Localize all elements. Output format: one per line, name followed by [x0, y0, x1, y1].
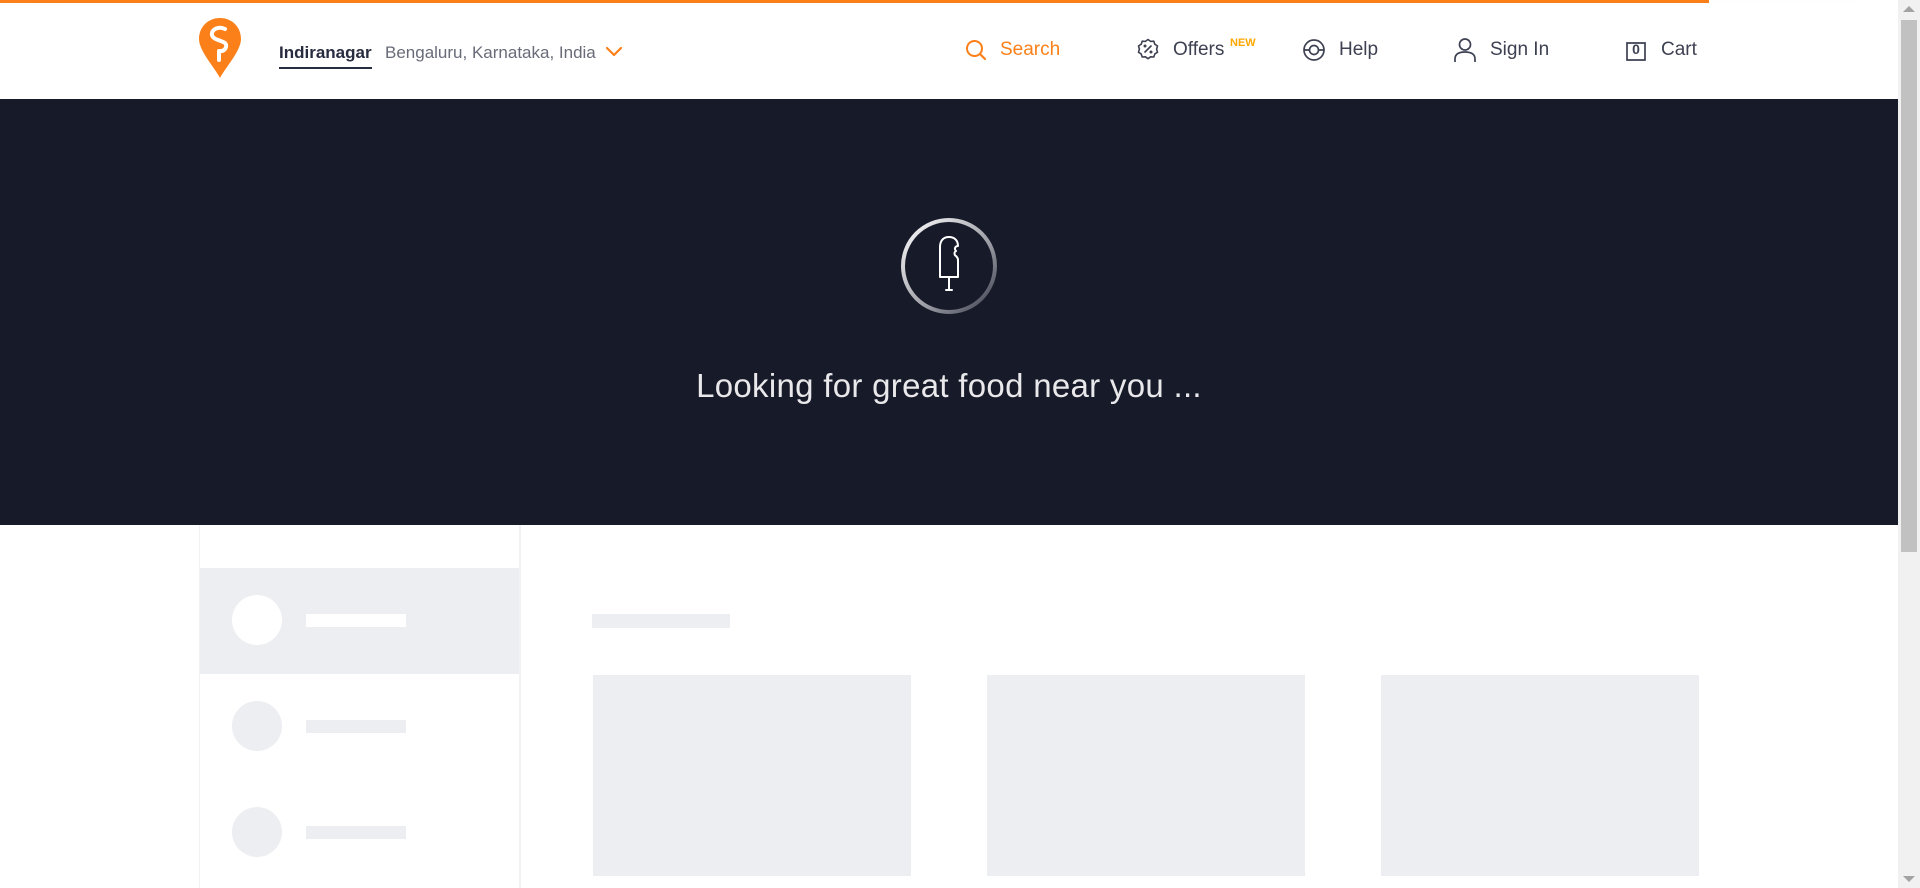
- offers-percent-icon: [1137, 38, 1159, 60]
- lifebuoy-icon: [1303, 39, 1325, 61]
- skeleton-card: [987, 675, 1305, 876]
- scroll-thumb[interactable]: [1901, 20, 1917, 552]
- nav-help-label: Help: [1339, 39, 1379, 60]
- location-secondary[interactable]: Bengaluru, Karnataka, India: [385, 43, 596, 63]
- skeleton-avatar: [232, 701, 282, 751]
- skeleton-sidebar: [199, 525, 521, 888]
- nav-offers-link[interactable]: Offers: [1136, 30, 1224, 70]
- nav-offers-label: Offers: [1173, 39, 1225, 60]
- skeleton-line: [306, 720, 406, 733]
- page-scrollbar[interactable]: [1898, 0, 1920, 888]
- cart-count: 0: [1632, 41, 1640, 57]
- location-primary[interactable]: Indiranagar: [279, 43, 372, 69]
- skeleton-sidebar-item: [200, 674, 519, 780]
- nav-signin-link[interactable]: Sign In: [1453, 30, 1549, 70]
- skeleton-line: [306, 826, 406, 839]
- skeleton-sidebar-item: [200, 780, 519, 886]
- nav-cart-link[interactable]: 0 Cart: [1625, 30, 1697, 70]
- loading-spinner: [901, 218, 997, 314]
- skeleton-avatar: [232, 807, 282, 857]
- chevron-down-icon[interactable]: [606, 45, 622, 59]
- cart-bag-icon: 0: [1625, 39, 1647, 61]
- nav-signin-label: Sign In: [1490, 39, 1550, 60]
- nav-search-link[interactable]: Search: [965, 30, 1060, 70]
- search-icon: [966, 40, 987, 61]
- nav-help-link[interactable]: Help: [1302, 30, 1378, 70]
- skeleton-card: [593, 675, 911, 876]
- loading-hero: Looking for great food near you ...: [0, 99, 1898, 525]
- user-icon: [1454, 38, 1476, 62]
- skeleton-card: [1381, 675, 1699, 876]
- swiggy-logo-icon: [199, 18, 241, 78]
- skeleton-section-title: [592, 614, 730, 628]
- offers-new-badge: NEW: [1230, 37, 1256, 49]
- scroll-up-arrow[interactable]: [1903, 6, 1915, 12]
- loading-message: Looking for great food near you ...: [696, 367, 1202, 404]
- skeleton-line: [306, 614, 406, 627]
- ice-cream-icon: [939, 236, 959, 291]
- site-header: Indiranagar Bengaluru, Karnataka, India …: [0, 3, 1898, 99]
- skeleton-sidebar-item: [200, 568, 519, 674]
- scroll-down-arrow[interactable]: [1903, 876, 1915, 882]
- skeleton-avatar: [232, 595, 282, 645]
- nav-cart-label: Cart: [1661, 39, 1697, 60]
- nav-search-label: Search: [1000, 39, 1061, 60]
